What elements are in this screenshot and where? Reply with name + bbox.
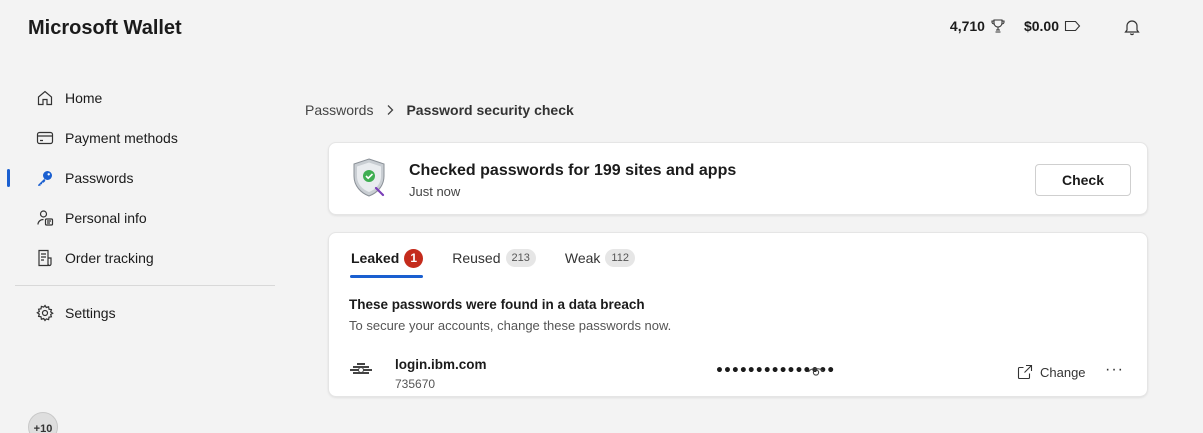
sidebar-item-passwords[interactable]: Passwords <box>7 158 275 198</box>
site-name: login.ibm.com <box>395 357 487 372</box>
site-favicon-icon <box>350 362 372 381</box>
tab-label: Leaked <box>351 250 400 266</box>
tab-reused[interactable]: Reused 213 <box>451 246 536 270</box>
site-username: 735670 <box>395 377 436 391</box>
tab-label: Weak <box>564 250 601 266</box>
password-issues-card: Leaked 1 Reused 213 Weak 112 These passw… <box>328 232 1148 397</box>
rewards-points[interactable]: 4,710 <box>950 18 1006 34</box>
tab-weak[interactable]: Weak 112 <box>564 246 635 270</box>
tab-count-badge: 1 <box>404 248 424 268</box>
avatar[interactable]: +10 <box>28 412 58 433</box>
sidebar-item-personal-info[interactable]: Personal info <box>15 198 275 238</box>
breadcrumb: Passwords Password security check <box>305 102 574 118</box>
sidebar-divider <box>15 285 275 286</box>
breach-description: To secure your accounts, change these pa… <box>349 318 672 333</box>
balance-value: $0.00 <box>1023 18 1059 34</box>
open-external-icon <box>1017 364 1033 380</box>
tag-icon <box>1064 19 1081 33</box>
sidebar-item-label: Personal info <box>65 210 147 226</box>
bell-icon[interactable] <box>1123 18 1141 41</box>
sidebar-item-label: Payment methods <box>65 130 178 146</box>
check-button[interactable]: Check <box>1035 164 1131 196</box>
tab-count-badge: 213 <box>505 249 536 267</box>
balance[interactable]: $0.00 <box>1024 18 1081 34</box>
check-timestamp: Just now <box>409 184 461 199</box>
more-options-button[interactable]: ··· <box>1105 361 1124 379</box>
rewards-points-value: 4,710 <box>949 18 985 34</box>
home-icon <box>36 89 54 107</box>
app-title: Microsoft Wallet <box>28 17 182 39</box>
sidebar-item-label: Home <box>65 90 103 106</box>
breadcrumb-passwords[interactable]: Passwords <box>305 102 373 118</box>
breach-heading: These passwords were found in a data bre… <box>349 297 645 312</box>
change-label: Change <box>1040 364 1086 380</box>
tab-count-badge: 112 <box>605 249 635 267</box>
sidebar-item-payment-methods[interactable]: Payment methods <box>15 118 275 158</box>
card-icon <box>36 129 54 147</box>
key-icon <box>36 169 54 187</box>
receipt-icon <box>36 249 54 267</box>
tab-label: Reused <box>452 250 501 266</box>
security-check-card: Checked passwords for 199 sites and apps… <box>328 142 1148 215</box>
check-title: Checked passwords for 199 sites and apps <box>409 162 737 179</box>
chevron-right-icon <box>386 104 394 116</box>
sidebar-item-order-tracking[interactable]: Order tracking <box>15 238 275 278</box>
issue-tabs: Leaked 1 Reused 213 Weak 112 <box>350 246 663 278</box>
sidebar: Home Payment methods Passwords Personal … <box>7 78 275 333</box>
breadcrumb-current: Password security check <box>406 102 574 118</box>
show-password-eye-icon[interactable] <box>807 364 825 383</box>
sidebar-item-label: Passwords <box>65 170 134 186</box>
sidebar-item-label: Order tracking <box>65 250 154 266</box>
shield-check-icon <box>350 157 390 204</box>
change-password-link[interactable]: Change <box>1017 364 1086 380</box>
password-row[interactable]: login.ibm.com 735670 ••••••••••••••• Cha… <box>329 351 1147 393</box>
top-bar: 4,710 $0.00 <box>950 18 1099 34</box>
sidebar-item-settings[interactable]: Settings <box>15 293 275 333</box>
sidebar-item-home[interactable]: Home <box>15 78 275 118</box>
gear-icon <box>36 304 54 322</box>
sidebar-item-label: Settings <box>65 305 116 321</box>
trophy-icon <box>990 18 1006 34</box>
tab-leaked[interactable]: Leaked 1 <box>350 246 424 278</box>
person-icon <box>36 209 54 227</box>
